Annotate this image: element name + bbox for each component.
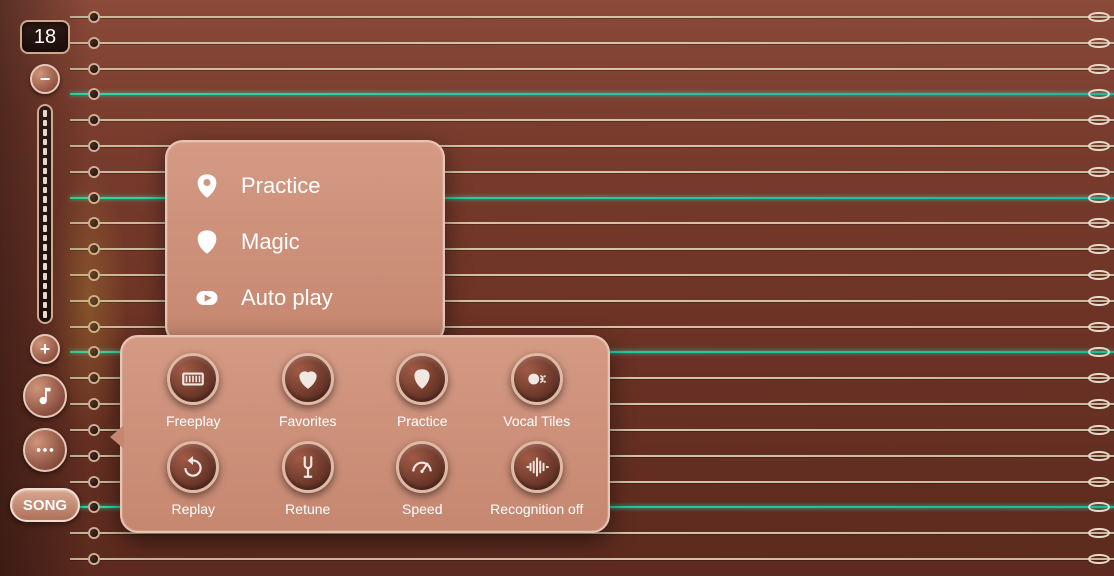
volume-segment xyxy=(43,139,47,146)
binding-ring xyxy=(1088,38,1110,48)
volume-segment xyxy=(43,158,47,165)
binding-ring xyxy=(1088,296,1110,306)
volume-slider[interactable] xyxy=(37,104,53,324)
keyboard-icon xyxy=(180,366,206,392)
binding-ring xyxy=(1088,64,1110,74)
vocal-icon xyxy=(524,366,550,392)
mode-label: Magic xyxy=(241,229,300,255)
volume-segment xyxy=(43,254,47,261)
binding-ring xyxy=(1088,528,1110,538)
volume-segment xyxy=(43,302,47,309)
tool-freeplay[interactable]: Freeplay xyxy=(136,353,251,429)
mode-magic[interactable]: Magic xyxy=(187,214,423,270)
tool-label: Vocal Tiles xyxy=(503,413,570,429)
string-counter: 18 xyxy=(20,20,70,54)
tuning-fork-icon xyxy=(295,454,321,480)
binding-ring xyxy=(1088,322,1110,332)
practice-pick-icon xyxy=(193,172,221,200)
more-dots-icon xyxy=(34,439,56,461)
tool-retune[interactable]: Retune xyxy=(251,441,366,517)
volume-segment xyxy=(43,263,47,270)
binding-ring xyxy=(1088,502,1110,512)
volume-segment xyxy=(43,148,47,155)
string[interactable] xyxy=(70,558,1114,560)
binding-ring xyxy=(1088,193,1110,203)
magic-pick-icon xyxy=(193,228,221,256)
tool-label: Freeplay xyxy=(166,413,220,429)
string[interactable] xyxy=(70,119,1114,121)
binding-ring xyxy=(1088,347,1110,357)
heart-icon xyxy=(295,366,321,392)
binding-ring xyxy=(1088,115,1110,125)
volume-segment xyxy=(43,206,47,213)
binding-ring xyxy=(1088,373,1110,383)
volume-segment xyxy=(43,244,47,251)
volume-segment xyxy=(43,283,47,290)
binding-ring xyxy=(1088,167,1110,177)
tool-vocal-tiles[interactable]: Vocal Tiles xyxy=(480,353,595,429)
string[interactable] xyxy=(70,42,1114,44)
music-library-button[interactable] xyxy=(23,374,67,418)
mode-label: Practice xyxy=(241,173,320,199)
mode-menu: Practice Magic Auto play xyxy=(165,140,445,344)
plus-button[interactable]: + xyxy=(30,334,60,364)
binding-ring xyxy=(1088,12,1110,22)
volume-segment xyxy=(43,187,47,194)
volume-segment xyxy=(43,225,47,232)
binding-ring xyxy=(1088,218,1110,228)
binding-ring xyxy=(1088,477,1110,487)
tool-label: Favorites xyxy=(279,413,337,429)
binding-ring xyxy=(1088,554,1110,564)
play-icon xyxy=(193,284,221,312)
volume-segment xyxy=(43,196,47,203)
volume-segment xyxy=(43,110,47,117)
binding-ring xyxy=(1088,270,1110,280)
tool-replay[interactable]: Replay xyxy=(136,441,251,517)
tool-practice[interactable]: Practice xyxy=(365,353,480,429)
volume-segment xyxy=(43,120,47,127)
volume-segment xyxy=(43,168,47,175)
volume-segment xyxy=(43,273,47,280)
tool-recognition[interactable]: Recognition off xyxy=(480,441,595,517)
binding-ring xyxy=(1088,89,1110,99)
volume-segment xyxy=(43,311,47,318)
tool-label: Recognition off xyxy=(490,501,583,517)
volume-segment xyxy=(43,215,47,222)
string[interactable] xyxy=(70,93,1114,95)
volume-segment xyxy=(43,235,47,242)
minus-button[interactable]: − xyxy=(30,64,60,94)
tool-label: Speed xyxy=(402,501,442,517)
waveform-icon xyxy=(524,454,550,480)
binding-ring xyxy=(1088,244,1110,254)
song-button[interactable]: SONG xyxy=(10,488,80,522)
tool-label: Replay xyxy=(171,501,215,517)
volume-segment xyxy=(43,292,47,299)
mode-practice[interactable]: Practice xyxy=(187,158,423,214)
binding-ring xyxy=(1088,451,1110,461)
gauge-icon xyxy=(409,454,435,480)
tool-favorites[interactable]: Favorites xyxy=(251,353,366,429)
binding-ring xyxy=(1088,425,1110,435)
binding-ring xyxy=(1088,141,1110,151)
volume-segment xyxy=(43,129,47,136)
tool-speed[interactable]: Speed xyxy=(365,441,480,517)
more-button[interactable] xyxy=(23,428,67,472)
music-note-icon xyxy=(34,385,56,407)
tool-label: Practice xyxy=(397,413,448,429)
mode-autoplay[interactable]: Auto play xyxy=(187,270,423,326)
replay-icon xyxy=(180,454,206,480)
left-controls: 18 − + SONG xyxy=(0,0,90,576)
settings-toolbar: Freeplay Favorites Practice Vocal Tiles … xyxy=(120,335,610,533)
mode-label: Auto play xyxy=(241,285,333,311)
pick-icon xyxy=(409,366,435,392)
right-binding-decor xyxy=(1084,0,1114,576)
string[interactable] xyxy=(70,16,1114,18)
string[interactable] xyxy=(70,68,1114,70)
tool-label: Retune xyxy=(285,501,330,517)
volume-segment xyxy=(43,177,47,184)
binding-ring xyxy=(1088,399,1110,409)
